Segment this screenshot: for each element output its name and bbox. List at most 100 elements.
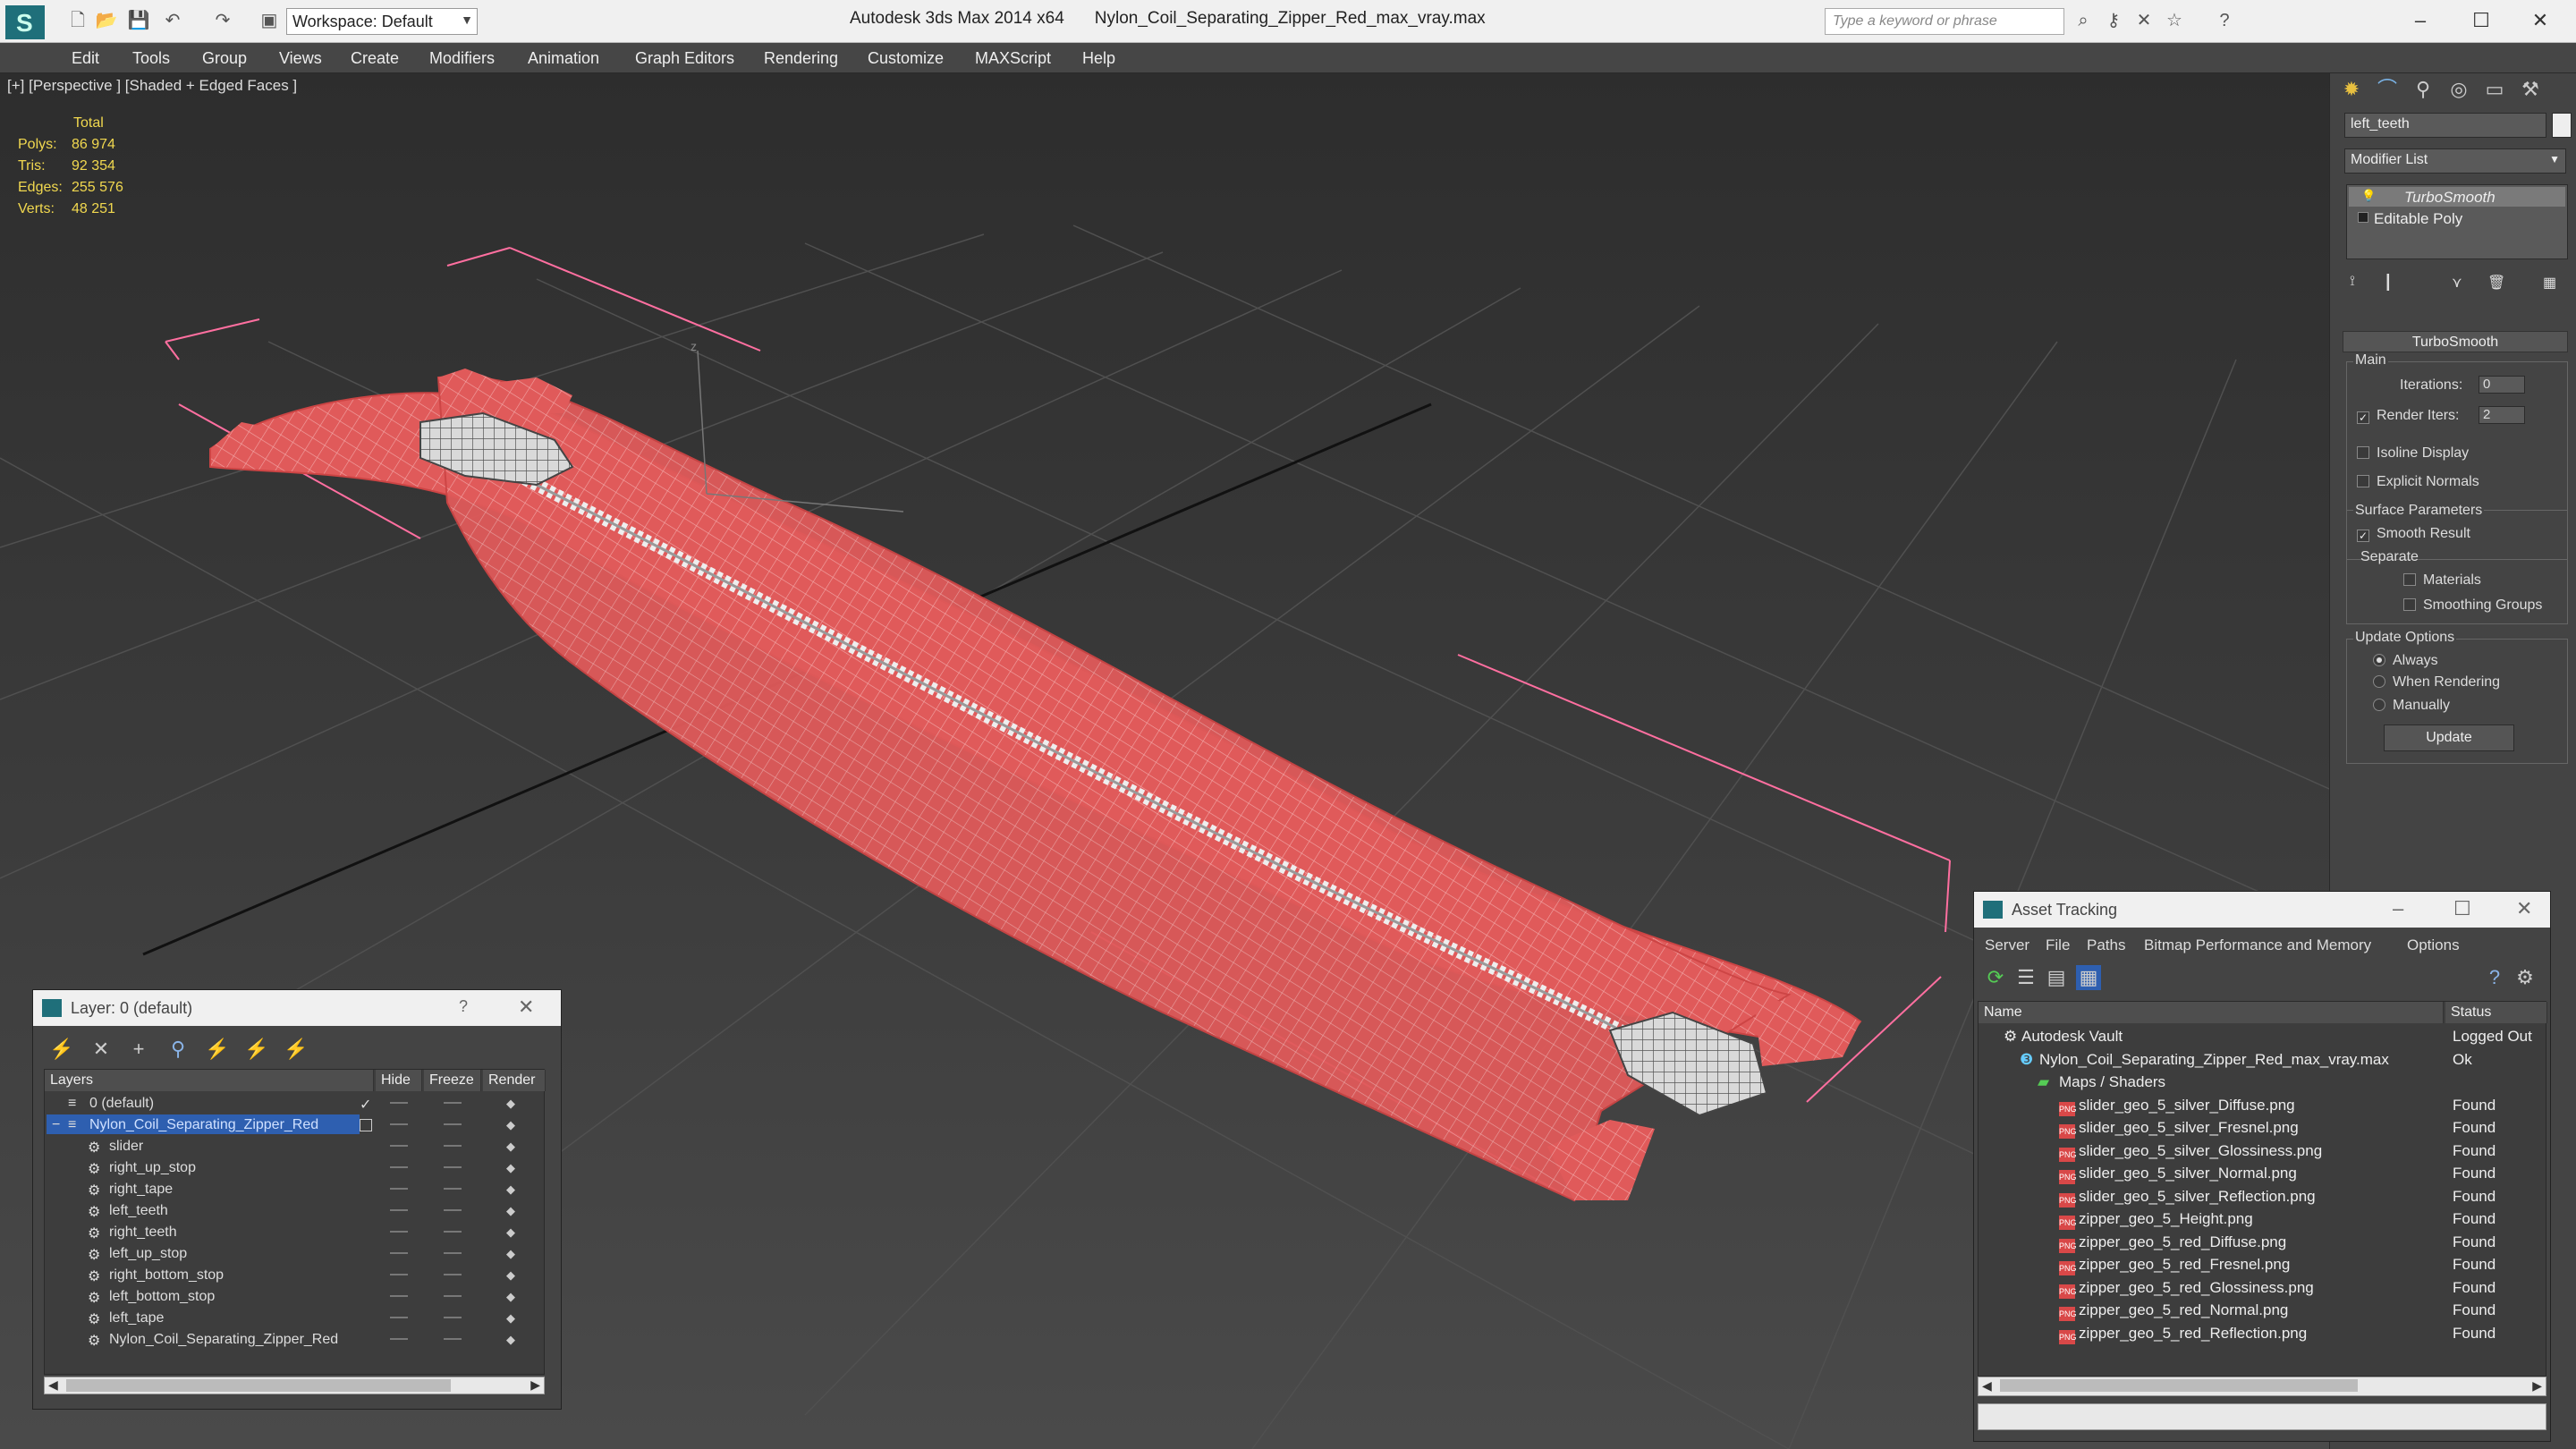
- asset-row-file[interactable]: PNG zipper_geo_5_red_Glossiness.png Found: [1979, 1276, 2546, 1300]
- create-layer-icon[interactable]: ⚡: [49, 1037, 74, 1062]
- asset-row-file[interactable]: PNG zipper_geo_5_red_Fresnel.png Found: [1979, 1253, 2546, 1276]
- modifier-list-dropdown[interactable]: Modifier List ▼: [2344, 148, 2566, 174]
- layer-row[interactable]: − ≡ Nylon_Coil_Separating_Zipper_Red ◆: [45, 1114, 544, 1136]
- hide-toggle[interactable]: [390, 1338, 408, 1340]
- col-freeze[interactable]: Freeze: [424, 1070, 481, 1091]
- remove-modifier-icon[interactable]: 🗑: [2487, 274, 2505, 292]
- freeze-toggle[interactable]: [444, 1338, 462, 1340]
- help-icon[interactable]: ?: [2213, 9, 2236, 32]
- favorites-star-icon[interactable]: ☆: [2163, 9, 2186, 32]
- layer-dialog-titlebar[interactable]: Layer: 0 (default) ? ✕: [33, 990, 561, 1026]
- render-teapot-icon[interactable]: ◆: [506, 1140, 521, 1153]
- open-file-icon[interactable]: 📂: [95, 9, 118, 32]
- freeze-toggle[interactable]: [444, 1123, 462, 1125]
- settings-icon[interactable]: ⚙: [2512, 965, 2538, 990]
- help-icon[interactable]: ?: [459, 997, 468, 1016]
- render-teapot-icon[interactable]: ◆: [506, 1161, 521, 1174]
- freeze-toggle[interactable]: [444, 1188, 462, 1190]
- app-logo-icon[interactable]: [5, 5, 45, 39]
- menu-maxscript[interactable]: MAXScript: [975, 49, 1051, 68]
- scroll-right-icon[interactable]: ▶: [2532, 1378, 2542, 1394]
- hide-toggle[interactable]: [390, 1188, 408, 1190]
- close-icon[interactable]: ✕: [518, 996, 534, 1019]
- object-row[interactable]: ⚙ right_tape ◆: [45, 1179, 544, 1200]
- render-teapot-icon[interactable]: ◆: [506, 1333, 521, 1346]
- object-row[interactable]: ⚙ left_teeth ◆: [45, 1200, 544, 1222]
- scroll-left-icon[interactable]: ◀: [1982, 1378, 1992, 1394]
- list-view-icon[interactable]: ☰: [2013, 965, 2038, 990]
- hide-toggle[interactable]: [390, 1102, 408, 1104]
- new-file-icon[interactable]: 🗋: [66, 9, 89, 32]
- render-iters-checkbox[interactable]: ✓ Render Iters:: [2357, 408, 2459, 424]
- asset-row-scene[interactable]: ❸ Nylon_Coil_Separating_Zipper_Red_max_vr…: [1979, 1048, 2546, 1072]
- asset-row-file[interactable]: PNG zipper_geo_5_red_Reflection.png Found: [1979, 1322, 2546, 1345]
- hide-toggle[interactable]: [390, 1166, 408, 1168]
- render-teapot-icon[interactable]: ◆: [506, 1247, 521, 1260]
- render-teapot-icon[interactable]: ◆: [506, 1204, 521, 1217]
- menu-group[interactable]: Group: [202, 49, 247, 68]
- scroll-right-icon[interactable]: ▶: [530, 1377, 540, 1393]
- lightbulb-icon[interactable]: 💡: [2361, 189, 2376, 203]
- turbosmooth-rollout-header[interactable]: TurboSmooth: [2343, 331, 2568, 352]
- col-layers[interactable]: Layers: [45, 1070, 374, 1091]
- menu-modifiers[interactable]: Modifiers: [429, 49, 495, 68]
- asset-row-file[interactable]: PNG slider_geo_5_silver_Glossiness.png Fou…: [1979, 1140, 2546, 1163]
- menu-file[interactable]: File: [2046, 936, 2070, 954]
- asset-row-vault[interactable]: ⚙ Autodesk Vault Logged Out: [1979, 1025, 2546, 1048]
- menu-views[interactable]: Views: [279, 49, 322, 68]
- object-row[interactable]: ⚙ slider ◆: [45, 1136, 544, 1157]
- hide-toggle[interactable]: [390, 1274, 408, 1275]
- smooth-result-checkbox[interactable]: ✓ Smooth Result: [2357, 526, 2470, 542]
- redo-icon[interactable]: ↷: [211, 9, 234, 32]
- expand-icon[interactable]: [2358, 212, 2368, 223]
- menu-animation[interactable]: Animation: [528, 49, 599, 68]
- menu-tools[interactable]: Tools: [132, 49, 170, 68]
- asset-path-field[interactable]: [1978, 1403, 2546, 1430]
- asset-row-file[interactable]: PNG zipper_geo_5_Height.png Found: [1979, 1208, 2546, 1231]
- update-button[interactable]: Update: [2384, 724, 2514, 751]
- asset-row-file[interactable]: PNG slider_geo_5_silver_Normal.png Found: [1979, 1162, 2546, 1185]
- pin-stack-icon[interactable]: ⟟: [2350, 274, 2355, 290]
- hide-toggle[interactable]: [390, 1231, 408, 1233]
- col-name[interactable]: Name: [1979, 1002, 2444, 1023]
- delete-layer-icon[interactable]: ✕: [89, 1037, 114, 1062]
- col-render[interactable]: Render: [483, 1070, 546, 1091]
- hide-toggle[interactable]: [390, 1317, 408, 1318]
- refresh-icon[interactable]: ⟳: [1983, 965, 2008, 990]
- close-icon[interactable]: ✕: [2516, 897, 2532, 920]
- configure-sets-icon[interactable]: ▦: [2543, 274, 2556, 292]
- maximize-icon[interactable]: ☐: [2453, 897, 2471, 920]
- close-button[interactable]: ✕: [2513, 5, 2567, 36]
- hide-toggle[interactable]: [390, 1209, 408, 1211]
- display-tab-icon[interactable]: ▭: [2477, 73, 2512, 106]
- layer-horizontal-scrollbar[interactable]: ◀ ▶: [44, 1377, 545, 1394]
- object-color-swatch[interactable]: [2552, 113, 2572, 138]
- asset-dialog-titlebar[interactable]: Asset Tracking – ☐ ✕: [1974, 892, 2550, 928]
- object-row[interactable]: ⚙ right_teeth ◆: [45, 1222, 544, 1243]
- workspace-dropdown[interactable]: Workspace: Default ▼: [286, 8, 478, 35]
- modify-tab-icon[interactable]: ⌒: [2369, 73, 2405, 106]
- motion-tab-icon[interactable]: ◎: [2441, 73, 2477, 106]
- scroll-left-icon[interactable]: ◀: [48, 1377, 58, 1393]
- thumbnail-view-icon[interactable]: ▤: [2044, 965, 2069, 990]
- make-unique-icon[interactable]: ⋎: [2452, 274, 2462, 292]
- hierarchy-tab-icon[interactable]: ⚲: [2405, 73, 2441, 106]
- render-teapot-icon[interactable]: ◆: [506, 1268, 521, 1282]
- zipper-tape-mesh-right[interactable]: [436, 376, 1792, 1202]
- object-row[interactable]: ⚙ right_up_stop ◆: [45, 1157, 544, 1179]
- search-input[interactable]: Type a keyword or phrase: [1825, 8, 2064, 35]
- render-teapot-icon[interactable]: ◆: [506, 1097, 521, 1110]
- stack-item-turbosmooth[interactable]: TurboSmooth: [2349, 187, 2565, 207]
- viewport-label[interactable]: [+] [Perspective ] [Shaded + Edged Faces…: [7, 77, 297, 95]
- maximize-button[interactable]: ☐: [2454, 5, 2508, 36]
- asset-row-file[interactable]: PNG zipper_geo_5_red_Normal.png Found: [1979, 1299, 2546, 1322]
- asset-row-file[interactable]: PNG slider_geo_5_silver_Diffuse.png Found: [1979, 1094, 2546, 1117]
- utilities-tab-icon[interactable]: ⚒: [2512, 73, 2548, 106]
- explicit-normals-checkbox[interactable]: Explicit Normals: [2357, 474, 2479, 490]
- project-folder-icon[interactable]: ▣: [258, 9, 281, 32]
- render-teapot-icon[interactable]: ◆: [506, 1311, 521, 1325]
- freeze-toggle[interactable]: [444, 1102, 462, 1104]
- freeze-toggle[interactable]: [444, 1317, 462, 1318]
- object-name-field[interactable]: left_teeth: [2344, 113, 2546, 138]
- render-teapot-icon[interactable]: ◆: [506, 1290, 521, 1303]
